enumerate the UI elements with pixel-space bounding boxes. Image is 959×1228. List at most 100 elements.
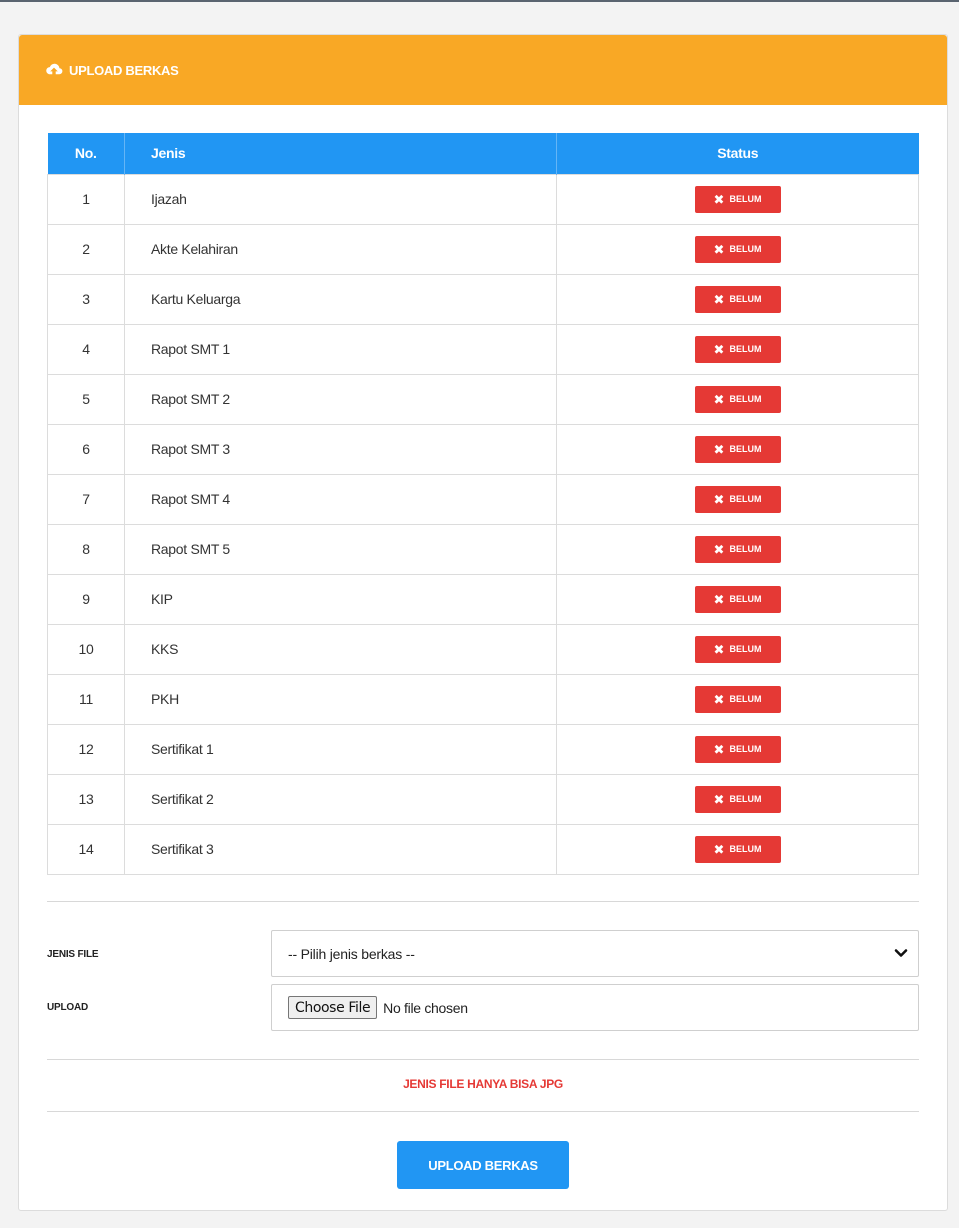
x-mark-icon: ✖ <box>713 241 725 257</box>
table-row: 8 Rapot SMT 5 ✖ BELUM <box>47 523 919 575</box>
row-jenis: Rapot SMT 2 <box>124 373 557 425</box>
status-badge-label: BELUM <box>729 644 762 654</box>
status-badge-label: BELUM <box>729 344 762 354</box>
status-badge-label: BELUM <box>729 244 762 254</box>
row-status: ✖ BELUM <box>556 373 919 425</box>
status-badge-label: BELUM <box>729 394 762 404</box>
table-row: 5 Rapot SMT 2 ✖ BELUM <box>47 373 919 425</box>
status-badge-label: BELUM <box>729 444 762 454</box>
x-mark-icon: ✖ <box>713 541 725 557</box>
column-header-jenis: Jenis <box>124 133 557 174</box>
file-type-notice: JENIS FILE HANYA BISA JPG <box>403 1077 563 1091</box>
table-row: 4 Rapot SMT 1 ✖ BELUM <box>47 323 919 375</box>
row-jenis: Rapot SMT 1 <box>124 323 557 375</box>
status-badge: ✖ BELUM <box>694 185 781 213</box>
row-status: ✖ BELUM <box>556 723 919 775</box>
row-status: ✖ BELUM <box>556 823 919 875</box>
file-input: Choose File No file chosen <box>271 984 919 1031</box>
x-mark-icon: ✖ <box>713 291 725 307</box>
x-mark-icon: ✖ <box>713 741 725 757</box>
x-mark-icon: ✖ <box>713 591 725 607</box>
table-row: 9 KIP ✖ BELUM <box>47 573 919 625</box>
row-number: 8 <box>47 523 125 575</box>
status-badge: ✖ BELUM <box>694 635 781 663</box>
table-row: 6 Rapot SMT 3 ✖ BELUM <box>47 423 919 475</box>
row-jenis: PKH <box>124 673 557 725</box>
card-title: UPLOAD BERKAS <box>69 62 179 78</box>
row-number: 11 <box>47 673 125 725</box>
chevron-down-icon <box>894 946 908 960</box>
row-number: 9 <box>47 573 125 625</box>
row-status: ✖ BELUM <box>556 523 919 575</box>
row-number: 13 <box>47 773 125 825</box>
x-mark-icon: ✖ <box>713 791 725 807</box>
row-number: 10 <box>47 623 125 675</box>
row-jenis: Sertifikat 1 <box>124 723 557 775</box>
row-status: ✖ BELUM <box>556 673 919 725</box>
row-jenis: KKS <box>124 623 557 675</box>
status-badge: ✖ BELUM <box>694 235 781 263</box>
status-badge-label: BELUM <box>729 694 762 704</box>
status-badge-label: BELUM <box>729 844 762 854</box>
x-mark-icon: ✖ <box>713 491 725 507</box>
upload-label: UPLOAD <box>47 1002 89 1013</box>
table-row: 3 Kartu Keluarga ✖ BELUM <box>47 273 919 325</box>
status-badge: ✖ BELUM <box>694 385 781 413</box>
table-row: 1 Ijazah ✖ BELUM <box>47 173 919 225</box>
row-jenis: Kartu Keluarga <box>124 273 557 325</box>
column-header-status: Status <box>556 133 919 174</box>
row-number: 1 <box>47 173 125 225</box>
status-badge: ✖ BELUM <box>694 335 781 363</box>
x-mark-icon: ✖ <box>713 191 725 207</box>
table-row: 13 Sertifikat 2 ✖ BELUM <box>47 773 919 825</box>
status-badge: ✖ BELUM <box>694 685 781 713</box>
status-badge: ✖ BELUM <box>694 285 781 313</box>
row-status: ✖ BELUM <box>556 423 919 475</box>
divider <box>47 1111 919 1112</box>
row-number: 4 <box>47 323 125 375</box>
row-status: ✖ BELUM <box>556 473 919 525</box>
status-badge: ✖ BELUM <box>694 585 781 613</box>
row-jenis: Rapot SMT 3 <box>124 423 557 475</box>
berkas-table: No. Jenis Status 1 Ijazah ✖ BELUM 2 Akte Kela… <box>47 133 919 875</box>
status-badge: ✖ BELUM <box>694 785 781 813</box>
table-row: 2 Akte Kelahiran ✖ BELUM <box>47 223 919 275</box>
x-mark-icon: ✖ <box>713 691 725 707</box>
x-mark-icon: ✖ <box>713 441 725 457</box>
card-header: UPLOAD BERKAS <box>19 35 947 105</box>
status-badge-label: BELUM <box>729 294 762 304</box>
status-badge: ✖ BELUM <box>694 835 781 863</box>
row-status: ✖ BELUM <box>556 223 919 275</box>
row-jenis: Ijazah <box>124 173 557 225</box>
divider <box>47 1059 919 1060</box>
row-jenis: KIP <box>124 573 557 625</box>
row-number: 5 <box>47 373 125 425</box>
row-number: 3 <box>47 273 125 325</box>
jenis-file-label: JENIS FILE <box>47 949 99 960</box>
row-status: ✖ BELUM <box>556 173 919 225</box>
table-row: 10 KKS ✖ BELUM <box>47 623 919 675</box>
upload-berkas-button[interactable]: UPLOAD BERKAS <box>397 1141 569 1189</box>
row-number: 14 <box>47 823 125 875</box>
table-row: 11 PKH ✖ BELUM <box>47 673 919 725</box>
row-jenis: Rapot SMT 5 <box>124 523 557 575</box>
table-row: 7 Rapot SMT 4 ✖ BELUM <box>47 473 919 525</box>
row-jenis: Sertifikat 3 <box>124 823 557 875</box>
status-badge-label: BELUM <box>729 794 762 804</box>
status-badge-label: BELUM <box>729 744 762 754</box>
row-status: ✖ BELUM <box>556 573 919 625</box>
jenis-berkas-select-value: -- Pilih jenis berkas -- <box>288 945 415 962</box>
table-row: 14 Sertifikat 3 ✖ BELUM <box>47 823 919 875</box>
status-badge-label: BELUM <box>729 594 762 604</box>
status-badge-label: BELUM <box>729 494 762 504</box>
x-mark-icon: ✖ <box>713 391 725 407</box>
row-number: 7 <box>47 473 125 525</box>
top-rule <box>0 0 959 2</box>
x-mark-icon: ✖ <box>713 641 725 657</box>
jenis-berkas-select[interactable]: -- Pilih jenis berkas -- <box>271 930 919 977</box>
status-badge: ✖ BELUM <box>694 485 781 513</box>
table-header-row: No. Jenis Status <box>47 133 919 174</box>
row-jenis: Rapot SMT 4 <box>124 473 557 525</box>
choose-file-button[interactable]: Choose File <box>288 996 378 1019</box>
cloud-upload-icon <box>45 63 63 77</box>
